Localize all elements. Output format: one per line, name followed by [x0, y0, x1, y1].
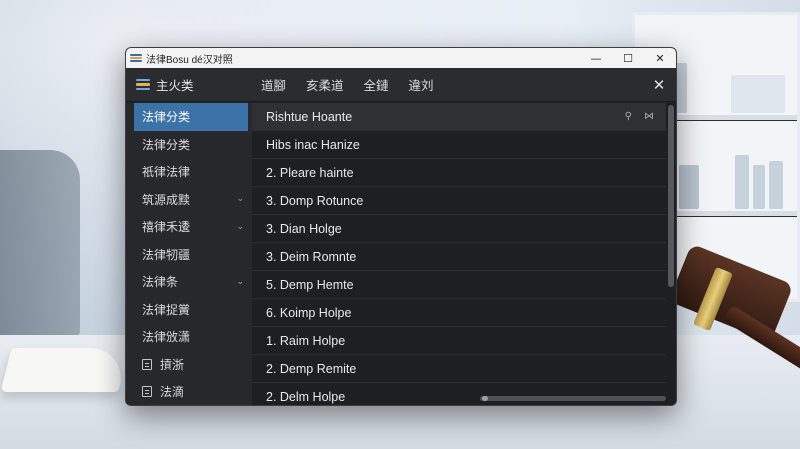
list-item-text: 2. Demp Remite: [266, 361, 357, 376]
list-item[interactable]: 2. Demp Remite: [252, 355, 666, 383]
sidebar-item-label: 法律攽潇: [142, 330, 191, 345]
search-icon[interactable]: ⚲: [625, 111, 632, 122]
brand[interactable]: 主火类: [126, 75, 251, 94]
sidebar-item-7[interactable]: 法律条 ⌄: [126, 268, 252, 296]
sidebar-item-1[interactable]: 法律分类: [134, 103, 248, 131]
sidebar: 法律分类 法律分类 祇律法律 筑源成黩 ⌄ 禧律禾逶 ⌄ 法律牣疆 法律条 ⌄: [126, 103, 252, 405]
item-list: Rishtue Hoante ⚲ ⋈ Hibs inac Hanize 2. P…: [252, 103, 666, 405]
nav-item-2[interactable]: 亥柔道: [306, 75, 344, 94]
sidebar-item-3[interactable]: 祇律法律: [126, 158, 252, 186]
sidebar-item-label: 法律条: [142, 275, 179, 290]
list-item[interactable]: 5. Demp Hemte: [252, 271, 666, 299]
chevron-down-icon[interactable]: ⌄: [236, 194, 244, 204]
sidebar-item-label: 禧律禾逶: [142, 220, 191, 235]
background-chair: [0, 150, 80, 340]
close-window-button[interactable]: ✕: [644, 48, 676, 68]
list-item-text: 3. Dian Holge: [266, 221, 342, 236]
background-open-book: [0, 348, 130, 392]
sidebar-item-4[interactable]: 筑源成黩 ⌄: [126, 186, 252, 214]
minimize-button[interactable]: —: [580, 48, 612, 68]
sidebar-item-8[interactable]: 法律捉黉: [126, 296, 252, 324]
link-icon[interactable]: ⋈: [644, 111, 654, 122]
title-bar: 法律Bosu dé汉对照 — ☐ ✕: [126, 48, 676, 68]
list-item[interactable]: 2. Delm Holpe: [252, 383, 666, 405]
nav-item-1[interactable]: 道腳: [261, 75, 286, 94]
top-nav: 道腳 亥柔道 全鏈 違刘: [251, 75, 642, 94]
sidebar-item-label: 摃浙: [160, 357, 185, 372]
sidebar-item-label: 筑源成黩: [142, 192, 191, 207]
list-item-text: 3. Domp Rotunce: [266, 193, 364, 208]
document-icon: [142, 386, 152, 398]
sidebar-item-11[interactable]: 法滴: [126, 378, 252, 405]
list-item[interactable]: 1. Raim Holpe: [252, 327, 666, 355]
scrollbar-thumb[interactable]: [482, 396, 488, 401]
list-item-text: 1. Raim Holpe: [266, 333, 346, 348]
brand-label: 主火类: [156, 78, 194, 93]
vertical-scrollbar[interactable]: [668, 105, 674, 287]
list-item[interactable]: 6. Koimp Holpe: [252, 299, 666, 327]
list-item[interactable]: 2. Pleare hainte: [252, 159, 666, 187]
list-item[interactable]: Rishtue Hoante ⚲ ⋈: [252, 103, 666, 131]
close-icon[interactable]: ✕: [642, 76, 676, 94]
app-window: 法律Bosu dé汉对照 — ☐ ✕ 主火类 道腳 亥柔道 全鏈 違刘 ✕ 法律…: [125, 47, 677, 406]
document-icon: [142, 358, 152, 370]
app-icon: [130, 52, 142, 64]
horizontal-scrollbar[interactable]: [480, 396, 666, 401]
list-item-text: Hibs inac Hanize: [266, 137, 360, 152]
list-item-text: 5. Demp Hemte: [266, 277, 354, 292]
sidebar-item-6[interactable]: 法律牣疆: [126, 241, 252, 269]
list-item-text: 6. Koimp Holpe: [266, 305, 352, 320]
list-item[interactable]: 3. Dian Holge: [252, 215, 666, 243]
app-header: 主火类 道腳 亥柔道 全鏈 違刘 ✕: [126, 68, 676, 102]
sidebar-item-2[interactable]: 法律分类: [126, 131, 252, 159]
list-item-text: Rishtue Hoante: [266, 109, 353, 124]
sidebar-item-label: 法律捉黉: [142, 302, 191, 317]
list-item[interactable]: Hibs inac Hanize: [252, 131, 666, 159]
sidebar-item-label: 法律分类: [142, 110, 191, 125]
chevron-down-icon[interactable]: ⌄: [236, 222, 244, 232]
content-pane: Rishtue Hoante ⚲ ⋈ Hibs inac Hanize 2. P…: [252, 103, 676, 405]
sidebar-item-label: 祇律法律: [142, 165, 191, 180]
sidebar-item-10[interactable]: 摃浙: [126, 351, 252, 379]
nav-item-4[interactable]: 違刘: [409, 75, 434, 94]
nav-item-3[interactable]: 全鏈: [364, 75, 389, 94]
sidebar-item-9[interactable]: 法律攽潇: [126, 323, 252, 351]
sidebar-item-5[interactable]: 禧律禾逶 ⌄: [126, 213, 252, 241]
list-item[interactable]: 3. Domp Rotunce: [252, 187, 666, 215]
list-item-text: 3. Deim Romnte: [266, 249, 357, 264]
sidebar-item-label: 法律牣疆: [142, 247, 191, 262]
sidebar-item-label: 法滴: [160, 385, 185, 400]
sidebar-item-label: 法律分类: [142, 137, 191, 152]
window-title: 法律Bosu dé汉对照: [146, 54, 233, 66]
chevron-down-icon[interactable]: ⌄: [236, 277, 244, 287]
list-item[interactable]: 3. Deim Romnte: [252, 243, 666, 271]
maximize-button[interactable]: ☐: [612, 48, 644, 68]
stack-icon: [136, 78, 150, 91]
list-item-text: 2. Pleare hainte: [266, 165, 354, 180]
